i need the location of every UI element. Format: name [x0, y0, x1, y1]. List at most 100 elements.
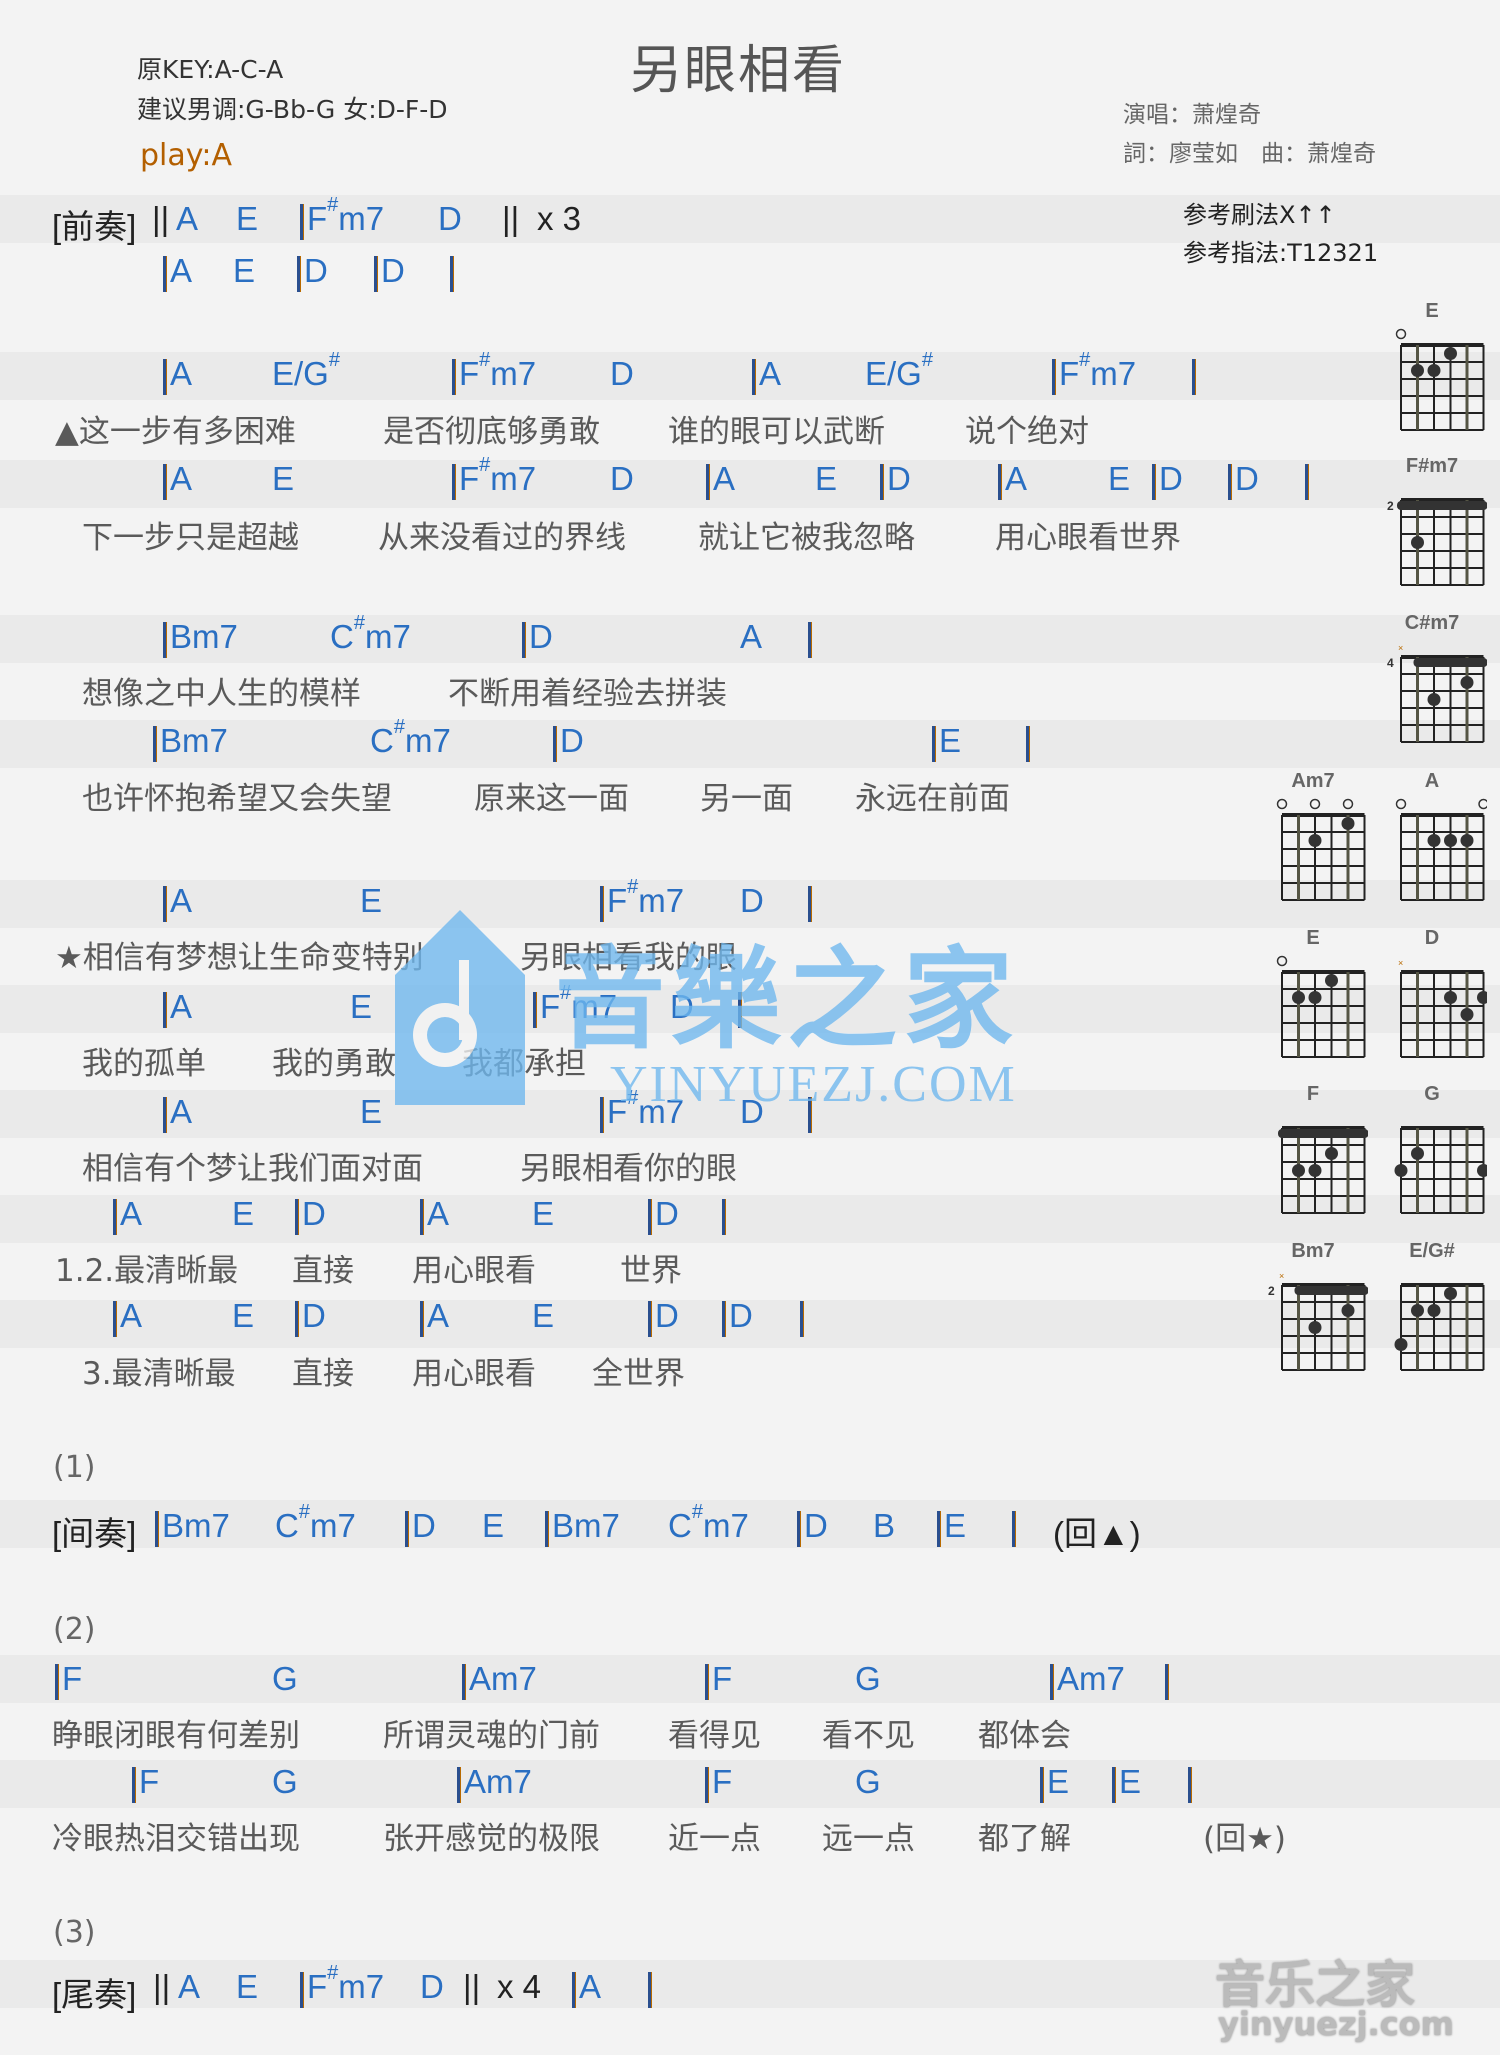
chord-symbol: A: [713, 460, 736, 497]
lyric-phrase: 都体会: [978, 1718, 1071, 1754]
fretboard-grid: 2×: [1268, 1271, 1369, 1371]
bar-line: [522, 622, 526, 658]
chord-symbol: A: [176, 200, 199, 237]
bar-line: [705, 1767, 709, 1803]
bar-line: [295, 1199, 299, 1235]
chord-symbol: E: [232, 1195, 255, 1232]
muted-string-marker: ×: [1279, 1271, 1284, 1281]
chord-symbol: E: [360, 882, 383, 919]
base-fret-label: 4: [1387, 656, 1394, 670]
chord-symbol: Am7: [464, 1763, 532, 1800]
bar-line: [374, 256, 378, 292]
chord-symbol: E: [350, 988, 373, 1025]
bar-line: [1152, 464, 1156, 500]
bar-line: [300, 1972, 304, 2008]
finger-dot: [1308, 1321, 1322, 1334]
watermark-logo: [385, 905, 535, 1119]
bar-line: [998, 464, 1002, 500]
lyric-phrase: 谁的眼可以武断: [668, 414, 885, 450]
fretboard-grid: [1278, 1126, 1369, 1214]
finger-dot: [1444, 347, 1457, 360]
watermark-url: YINYUEZJ.COM: [610, 1056, 1017, 1113]
chord-symbol: D: [438, 200, 462, 237]
finger-dot: [1427, 364, 1441, 377]
double-bar: ||: [153, 1968, 171, 2005]
open-string-marker: [1395, 328, 1407, 340]
chord-symbol: Am7: [469, 1660, 537, 1697]
chord-diagram: A: [1377, 770, 1489, 907]
bar-line: [452, 464, 456, 500]
lyric-phrase: 都了解: [978, 1821, 1071, 1857]
bar-line: [452, 359, 456, 395]
lyric-phrase: 另一面: [700, 781, 793, 817]
chord-symbol: E: [1108, 460, 1131, 497]
open-string-marker: [1309, 798, 1321, 810]
original-key: 原KEY:A-C-A: [137, 55, 284, 84]
finger-dot: [1477, 991, 1490, 1004]
chord-diagram-name: E/G#: [1409, 1240, 1455, 1262]
chord-symbol: E: [815, 460, 838, 497]
bar-line: [163, 622, 167, 658]
bar-line: [648, 1199, 652, 1235]
chord-symbol: A: [120, 1195, 143, 1232]
repeat-count: x 4: [497, 1968, 542, 2005]
bar-line: [1026, 726, 1030, 762]
section-number: (1): [53, 1450, 96, 1485]
bar-line: [300, 204, 304, 240]
corner-url: yinyuezj.com: [1218, 2005, 1454, 2043]
chord-diagram-name: A: [1424, 770, 1440, 792]
lyric-phrase: 我的孤单: [82, 1046, 206, 1082]
chord-diagram: Bm7 2 ×: [1258, 1240, 1369, 1377]
bar-line: [1305, 464, 1309, 500]
barre-mark: [1278, 1129, 1369, 1138]
finger-dot: [1460, 834, 1474, 847]
chord-symbol: D: [729, 1297, 753, 1334]
chord-symbol: A: [170, 882, 193, 919]
chord-symbol: G: [855, 1660, 881, 1697]
background-band: [0, 352, 1500, 400]
watermark-text: 音樂之家: [555, 936, 1019, 1064]
finger-dot: [1411, 1147, 1424, 1160]
bar-line: [706, 464, 710, 500]
chord-symbol: E: [532, 1195, 555, 1232]
bar-line: [163, 256, 167, 292]
chord-diagram-name: F#m7: [1405, 455, 1459, 477]
chord-symbol: A: [170, 1093, 193, 1130]
bar-line: [1040, 1767, 1044, 1803]
section-number: (3): [53, 1915, 96, 1950]
chord-diagram: C#m7 4 ×: [1377, 612, 1488, 749]
bar-line: [722, 1199, 726, 1235]
chord-symbol: E: [1047, 1763, 1070, 1800]
chord-symbol: D: [381, 252, 405, 289]
chord-symbol: E: [482, 1507, 505, 1544]
bar-line: [545, 1511, 549, 1547]
chord-symbol: A: [170, 460, 193, 497]
bar-line: [1012, 1511, 1016, 1547]
chord-symbol: E/G#: [865, 349, 933, 392]
singer-credit: 演唱：萧煌奇: [1123, 102, 1261, 128]
bar-line: [1112, 1767, 1116, 1803]
fretboard-grid: [1276, 955, 1366, 1058]
bar-line: [163, 359, 167, 395]
return-marker: (回★): [1203, 1821, 1286, 1857]
chord-symbol: F#m7: [1059, 349, 1137, 392]
chord-symbol: C#m7: [275, 1501, 356, 1544]
watermark-house-icon: [395, 910, 525, 1105]
lyric-phrase: 说个绝对: [965, 414, 1089, 450]
bar-line: [462, 1664, 466, 1700]
chord-diagram-name: E: [1306, 927, 1320, 949]
finger-dot: [1444, 834, 1457, 847]
lyric-phrase: 直接: [292, 1253, 354, 1289]
section-label-intro: [前奏]: [52, 208, 137, 245]
chord-symbol: F: [712, 1763, 733, 1800]
chord-diagram: E: [1377, 300, 1487, 437]
chord-symbol: E: [944, 1507, 967, 1544]
chord-diagram: G: [1377, 1083, 1490, 1220]
chord-symbol: D: [655, 1195, 679, 1232]
open-string-marker: [1395, 798, 1407, 810]
chord-diagram-name: D: [1424, 927, 1440, 949]
play-key: play:A: [140, 138, 232, 173]
bar-line: [797, 1511, 801, 1547]
strum-pattern: 参考刷法X↑↑: [1183, 201, 1336, 229]
chord-symbol: E: [1119, 1763, 1142, 1800]
